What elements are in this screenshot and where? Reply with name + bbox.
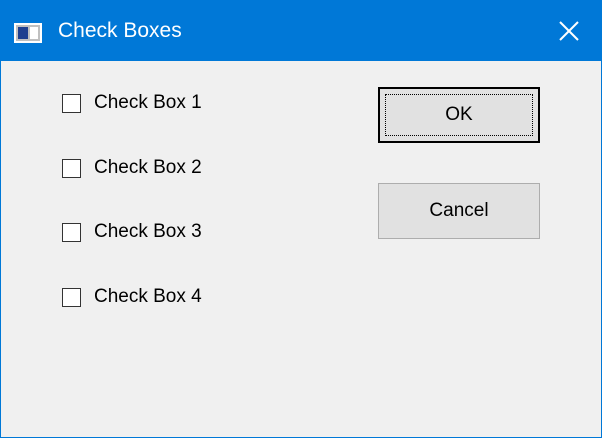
checkbox-1[interactable]: Check Box 1 [62, 90, 202, 116]
ok-button-label: OK [445, 104, 473, 125]
ok-button[interactable]: OK [378, 87, 540, 143]
close-button[interactable] [541, 1, 601, 61]
dialog-window: Check Boxes Check Box 1 Check Box 2 Chec… [0, 0, 602, 438]
cancel-button-label: Cancel [429, 200, 489, 221]
close-icon [559, 21, 579, 41]
checkbox-4-box[interactable] [62, 287, 81, 307]
checkbox-2[interactable]: Check Box 2 [62, 155, 202, 181]
application-window-icon [14, 23, 42, 43]
window-title: Check Boxes [58, 19, 182, 42]
checkbox-3-label: Check Box 3 [94, 221, 202, 242]
checkbox-2-box[interactable] [62, 158, 81, 178]
checkbox-3[interactable]: Check Box 3 [62, 219, 202, 245]
checkbox-3-box[interactable] [62, 222, 81, 242]
checkbox-1-label: Check Box 1 [94, 92, 202, 113]
cancel-button[interactable]: Cancel [378, 183, 540, 239]
checkbox-4[interactable]: Check Box 4 [62, 284, 202, 310]
title-bar[interactable]: Check Boxes [1, 1, 601, 61]
checkbox-4-label: Check Box 4 [94, 286, 202, 307]
checkbox-1-box[interactable] [62, 93, 81, 113]
checkbox-2-label: Check Box 2 [94, 157, 202, 178]
